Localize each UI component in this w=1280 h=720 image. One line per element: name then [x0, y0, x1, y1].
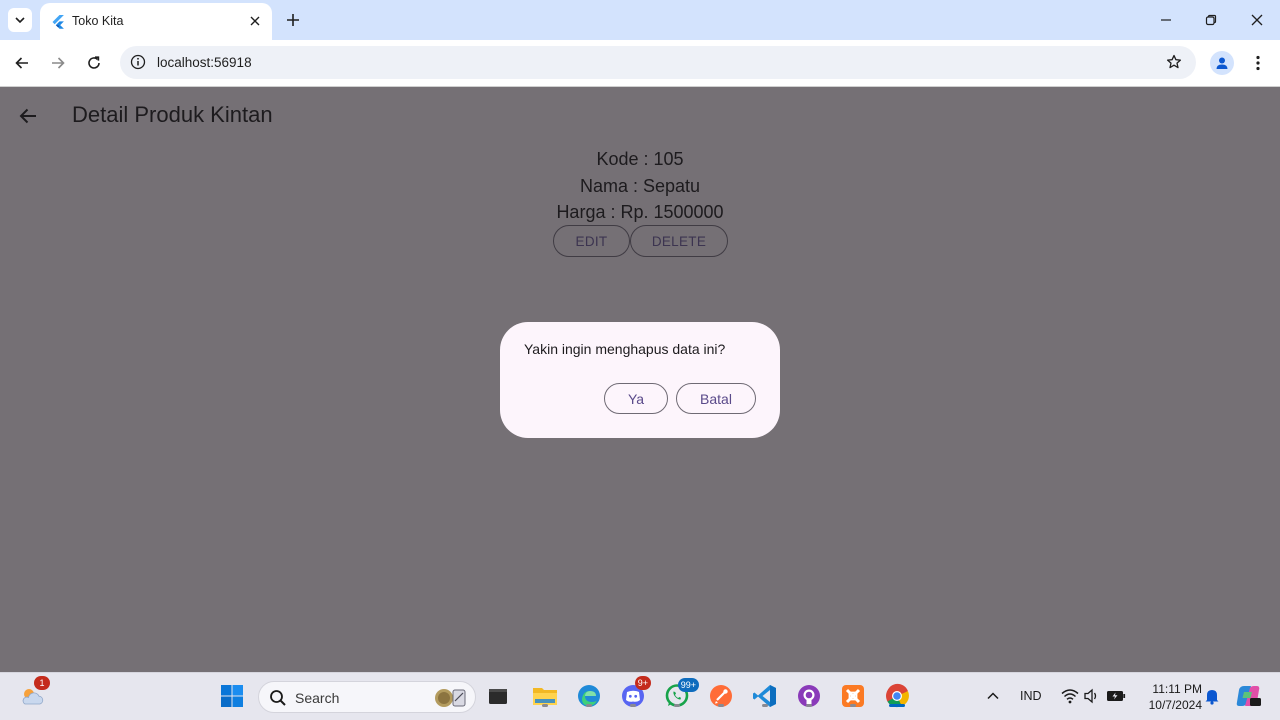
browser-tab[interactable]: Toko Kita: [40, 3, 272, 40]
cancel-button[interactable]: Batal: [676, 383, 756, 414]
taskbar-app-xampp[interactable]: [839, 682, 867, 710]
plus-icon: [287, 14, 299, 26]
arrow-left-icon: [15, 57, 28, 69]
chevron-up-icon: [987, 692, 999, 700]
minimize-button[interactable]: [1143, 0, 1189, 40]
product-name: Nama : Sepatu: [579, 175, 701, 196]
running-indicator: [850, 704, 856, 707]
battery-charging-icon: [1107, 691, 1126, 701]
page-title: Detail Produk Kintan: [72, 102, 273, 127]
taskbar-app-vscode[interactable]: [751, 682, 779, 710]
battery-button[interactable]: [1102, 682, 1130, 710]
back-nav-button[interactable]: [10, 51, 34, 75]
running-indicator: [542, 704, 548, 707]
start-button[interactable]: [218, 682, 246, 710]
discord-badge: 9+: [634, 676, 651, 690]
flutter-icon: [52, 15, 64, 29]
address-bar[interactable]: localhost:56918: [120, 46, 1196, 79]
product-code: Kode : 105: [596, 149, 684, 169]
chevron-down-icon: [15, 17, 25, 24]
tray-overflow-button[interactable]: [979, 682, 1007, 710]
dialog-message: Yakin ingin menghapus data ini?: [524, 341, 726, 357]
reload-button[interactable]: [82, 51, 106, 75]
taskbar-app-file-explorer[interactable]: [531, 682, 559, 710]
restore-button[interactable]: [1188, 0, 1234, 40]
arrow-right-icon: [52, 57, 65, 69]
clock-time: 11:11 PM: [1152, 682, 1202, 696]
confirm-yes-button[interactable]: Ya: [604, 383, 668, 414]
bell-icon: [1205, 690, 1219, 705]
browser-toolbar: localhost:56918: [0, 40, 1280, 87]
taskbar-search[interactable]: Search: [258, 681, 476, 713]
windows-logo-icon: [221, 685, 243, 707]
notification-button[interactable]: [1198, 682, 1226, 710]
close-icon: [1251, 14, 1263, 26]
edit-button[interactable]: EDIT: [553, 225, 630, 257]
terminal-icon: [489, 689, 507, 704]
minimize-icon: [1161, 19, 1171, 21]
profile-button[interactable]: [1210, 51, 1234, 75]
wifi-icon: [1061, 689, 1079, 704]
url-text: localhost:56918: [157, 55, 252, 70]
confirm-delete-dialog: Yakin ingin menghapus data ini? Ya Batal: [500, 322, 780, 438]
arrow-left-icon: [19, 108, 36, 124]
search-icon: [270, 690, 286, 706]
search-placeholder: Search: [295, 690, 340, 706]
close-icon: [250, 16, 260, 26]
copilot-icon: [1236, 686, 1261, 706]
taskbar-app-postman[interactable]: [707, 682, 735, 710]
whatsapp-badge: 99+: [677, 678, 699, 692]
new-tab-button[interactable]: [282, 9, 304, 31]
taskbar-app-github-desktop[interactable]: [795, 682, 823, 710]
site-info-button[interactable]: [128, 52, 148, 72]
bookmark-button[interactable]: [1164, 52, 1184, 72]
tab-close-button[interactable]: [246, 12, 264, 30]
taskbar-app-whatsapp[interactable]: 99+: [663, 678, 699, 710]
taskbar-app-terminal[interactable]: [484, 682, 512, 710]
app-back-button[interactable]: [14, 102, 42, 130]
clock-date: 10/7/2024: [1148, 698, 1202, 712]
tab-search-button[interactable]: [8, 8, 32, 32]
browser-tabstrip: Toko Kita: [0, 0, 1280, 40]
copilot-button[interactable]: [1234, 682, 1262, 710]
star-icon: [1166, 54, 1182, 69]
language-indicator[interactable]: IND: [1020, 689, 1042, 703]
person-icon: [1216, 57, 1228, 69]
tab-title: Toko Kita: [72, 14, 124, 28]
forward-nav-button[interactable]: [46, 51, 70, 75]
active-indicator: [889, 704, 905, 707]
weather-widget[interactable]: 1: [18, 676, 50, 710]
taskbar-clock[interactable]: 11:11 PM 10/7/2024: [1136, 681, 1202, 713]
volume-icon: [1084, 688, 1097, 704]
browser-menu-button[interactable]: [1248, 51, 1268, 75]
product-price: Harga : Rp. 1500000: [556, 202, 724, 222]
running-indicator: [630, 704, 636, 707]
reload-icon: [88, 56, 100, 69]
close-window-button[interactable]: [1234, 0, 1280, 40]
running-indicator: [762, 704, 768, 707]
taskbar-app-discord[interactable]: 9+: [619, 676, 651, 710]
weather-badge: 1: [34, 676, 50, 690]
search-highlight-icon: [435, 689, 466, 707]
running-indicator: [806, 704, 812, 707]
product-actions: EDIT DELETE: [553, 225, 728, 257]
taskbar: 1 Search 9+ 99+ IND 11:11 PM 10/7/2024: [0, 672, 1280, 720]
info-icon: [130, 54, 146, 70]
more-vert-icon: [1256, 55, 1260, 71]
running-indicator: [674, 704, 680, 707]
running-indicator: [586, 704, 592, 707]
taskbar-app-chrome[interactable]: [883, 682, 911, 710]
product-detail: Kode : 105 Nama : Sepatu Harga : Rp. 150…: [0, 146, 1280, 226]
restore-icon: [1205, 14, 1217, 26]
running-indicator: [718, 704, 724, 707]
delete-button[interactable]: DELETE: [630, 225, 728, 257]
taskbar-app-edge[interactable]: [575, 682, 603, 710]
